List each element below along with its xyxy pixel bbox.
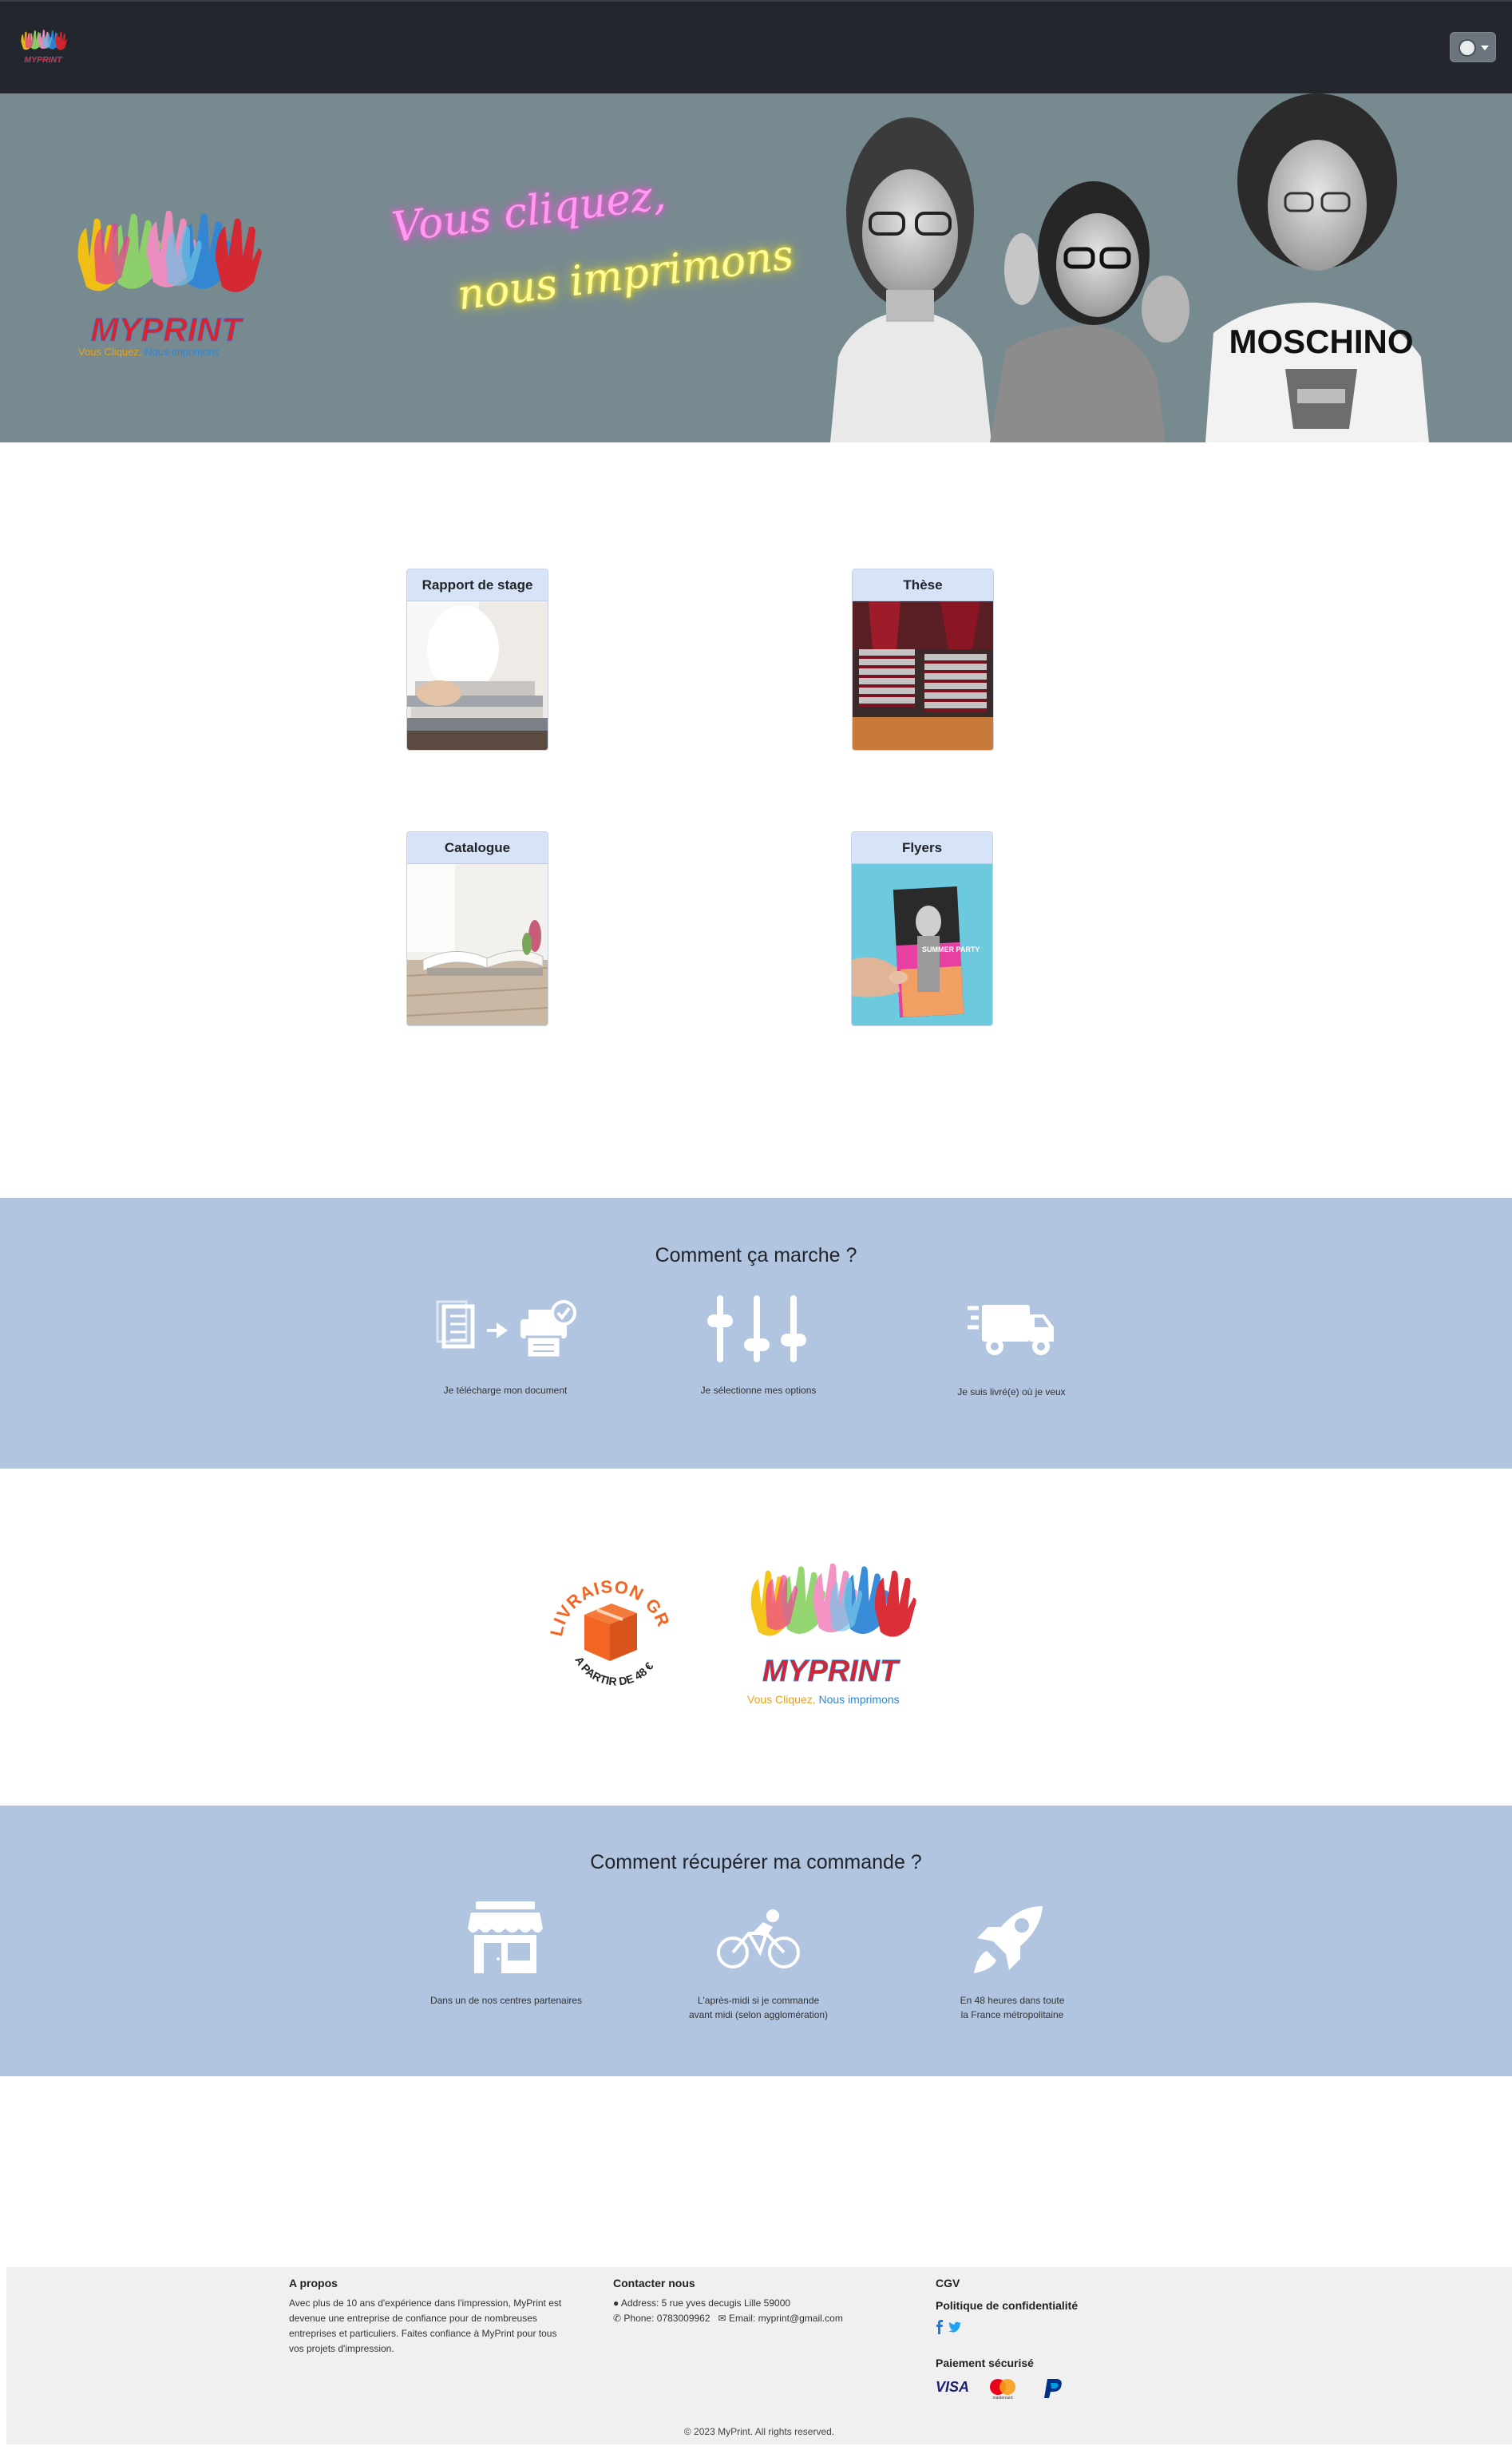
copyright-text: © 2023 MyPrint. All rights reserved. <box>683 2426 835 2437</box>
visa-icon: VISA <box>936 2379 970 2395</box>
bicycle-icon <box>717 1909 800 1968</box>
how-it-works-title: Comment ça marche ? <box>655 1244 857 1267</box>
logo-tagline: Vous Cliquez, Nous imprimons <box>747 1693 900 1706</box>
product-card-title[interactable]: Flyers <box>852 832 992 864</box>
chevron-down-icon <box>1481 46 1489 50</box>
privacy-link[interactable]: Politique de confidentialité <box>936 2299 1078 2312</box>
facebook-icon[interactable] <box>936 2320 944 2334</box>
box-icon <box>584 1604 637 1661</box>
shirt-text: MOSCHINO <box>1229 323 1414 360</box>
flyer-text: SUMMER PARTY <box>922 946 980 953</box>
hero-logo-tagline: Vous Cliquez, Nous imprimons <box>78 346 220 358</box>
step-label: Je sélectionne mes options <box>700 1385 817 1396</box>
product-image-flyers[interactable]: SUMMER PARTY <box>852 864 992 1025</box>
product-card-title[interactable]: Catalogue <box>407 832 548 864</box>
payment-title: Paiement sécurisé <box>936 2357 1034 2369</box>
hero-logo: Vous Cliquez, Nous imprimons <box>70 204 262 363</box>
about-text: Avec plus de 10 ans d'expérience dans l'… <box>289 2297 562 2354</box>
about-title: A propos <box>289 2277 338 2289</box>
product-image-these[interactable] <box>853 601 993 750</box>
brand-logo-icon[interactable] <box>19 24 67 72</box>
pickup-option-label: En 48 heures dans toute la France métropo… <box>960 1995 1065 2020</box>
user-menu-button[interactable] <box>1450 32 1496 62</box>
product-card-title[interactable]: Rapport de stage <box>407 569 548 601</box>
hero-slogan-line1: Vous cliquez, <box>389 171 669 252</box>
phone-icon: ✆ <box>613 2313 622 2324</box>
email-link[interactable]: Email: myprint@gmail.com <box>729 2313 843 2324</box>
hero-photo-three-women: MOSCHINO <box>830 93 1429 442</box>
product-image-rapport[interactable] <box>407 601 548 750</box>
hero-slogan-line2: nous imprimons <box>454 231 797 320</box>
footer: A propos Avec plus de 10 ans d'expérienc… <box>6 2267 1512 2444</box>
twitter-icon[interactable] <box>948 2321 961 2333</box>
step-label: Je suis livré(e) où je veux <box>957 1386 1066 1397</box>
top-navbar <box>0 0 1512 93</box>
delivery-truck-icon <box>968 1305 1054 1355</box>
product-image-catalogue[interactable] <box>407 864 548 1025</box>
pickup-option-label: L'après-midi si je commande avant midi (s… <box>688 1995 829 2020</box>
product-card-title[interactable]: Thèse <box>853 569 993 601</box>
contact-phone-email: ✆ Phone: 0783009962 ✉ Email: myprint@gma… <box>613 2313 843 2324</box>
myprint-logo: Vous Cliquez, Nous imprimons <box>734 1557 926 1717</box>
free-delivery-badge: LIVRAISON GRATUITE A PARTIR DE 48 € <box>543 1557 673 1688</box>
pickup-option-label: Dans un de nos centres partenaires <box>429 1995 583 2006</box>
product-card-these[interactable]: Thèse <box>852 569 994 751</box>
handprints-logo-icon <box>70 204 262 363</box>
user-avatar-icon <box>1459 39 1476 57</box>
how-it-works-section: Comment ça marche ? Je télécharge mon do… <box>0 1198 1512 1469</box>
store-icon <box>468 1901 543 1973</box>
map-pin-icon: ● <box>613 2297 619 2309</box>
step-label: Je télécharge mon document <box>443 1385 568 1396</box>
handprints-logo-icon <box>734 1557 926 1701</box>
contact-title: Contacter nous <box>613 2277 695 2289</box>
pickup-title: Comment récupérer ma commande ? <box>590 1851 922 1873</box>
cgv-link[interactable]: CGV <box>936 2277 960 2289</box>
sliders-icon <box>707 1295 806 1362</box>
document-to-printer-icon <box>436 1300 576 1359</box>
hero-banner: Vous Cliquez, Nous imprimons Vous clique… <box>0 93 1512 442</box>
pickup-section: Comment récupérer ma commande ? Dans un … <box>0 1806 1512 2076</box>
rocket-icon <box>974 1906 1043 1973</box>
paypal-icon <box>1044 2379 1062 2398</box>
contact-address: ● Address: 5 rue yves decugis Lille 5900… <box>613 2297 791 2309</box>
product-card-catalogue[interactable]: Catalogue <box>406 831 548 1026</box>
envelope-icon: ✉ <box>718 2313 726 2324</box>
svg-text:mastercard: mastercard <box>992 2396 1012 2400</box>
product-card-rapport-de-stage[interactable]: Rapport de stage <box>406 569 548 751</box>
product-card-flyers[interactable]: Flyers SUMMER PARTY <box>851 831 993 1026</box>
mastercard-icon: mastercard <box>990 2379 1015 2400</box>
